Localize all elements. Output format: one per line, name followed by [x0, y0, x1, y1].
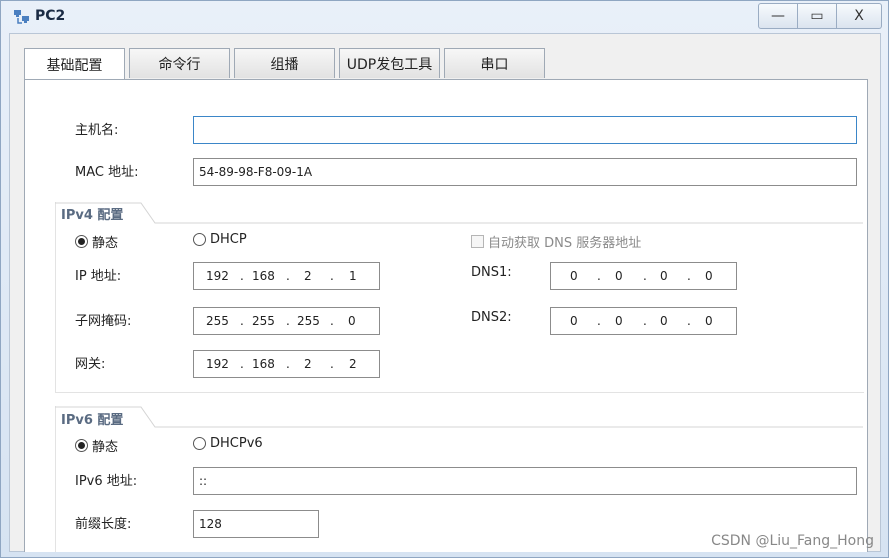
pc-icon [14, 10, 29, 24]
radio-unselected-icon [193, 233, 206, 246]
dns1-label: DNS1: [471, 265, 512, 280]
ipv4-static-label: 静态 [92, 236, 119, 251]
watermark: CSDN @Liu_Fang_Hong [711, 533, 874, 549]
ipv4-group [55, 202, 864, 393]
minimize-button[interactable]: — [758, 3, 798, 29]
dns2-input[interactable]: 0 . 0 . 0 . 0 [550, 307, 737, 335]
title-bar[interactable]: PC2 — ▭ X [1, 1, 888, 33]
ipv6-dhcp-label: DHCPv6 [210, 436, 263, 451]
ipv4-group-header-line [55, 202, 863, 224]
subnet-mask-label: 子网掩码: [75, 314, 132, 329]
ipv6-address-input[interactable] [193, 467, 857, 495]
client-area: 基础配置 命令行 组播 UDP发包工具 串口 主机名: MAC 地址: IPv4… [9, 33, 881, 552]
tab-strip: 基础配置 命令行 组播 UDP发包工具 串口 [24, 48, 549, 80]
window-title: PC2 [35, 8, 66, 24]
prefix-length-label: 前缀长度: [75, 517, 132, 532]
ip-address-label: IP 地址: [75, 269, 122, 284]
ipv4-static-radio[interactable]: 静态 [75, 232, 118, 251]
radio-selected-icon [75, 439, 88, 452]
tab-multicast[interactable]: 组播 [234, 48, 335, 78]
tab-command-line[interactable]: 命令行 [129, 48, 230, 78]
basic-config-panel: 主机名: MAC 地址: IPv4 配置 静态 DHCP 自动获取 DNS 服务… [24, 79, 868, 552]
dns1-input[interactable]: 0 . 0 . 0 . 0 [550, 262, 737, 290]
ipv6-static-radio[interactable]: 静态 [75, 436, 118, 455]
prefix-length-input[interactable] [193, 510, 319, 538]
app-window: PC2 — ▭ X 基础配置 命令行 组播 UDP发包工具 串口 主机名: MA… [0, 0, 889, 558]
ipv4-section-title: IPv4 配置 [61, 208, 124, 223]
ipv6-section-title: IPv6 配置 [61, 413, 124, 428]
ipv6-dhcp-radio[interactable]: DHCPv6 [193, 436, 263, 451]
close-button[interactable]: X [837, 3, 882, 29]
tab-basic-config[interactable]: 基础配置 [24, 48, 125, 80]
subnet-mask-input[interactable]: 255 . 255 . 255 . 0 [193, 307, 380, 335]
dns2-label: DNS2: [471, 310, 512, 325]
ipv4-dhcp-radio[interactable]: DHCP [193, 232, 247, 247]
auto-dns-label: 自动获取 DNS 服务器地址 [488, 236, 642, 251]
tab-udp-tool[interactable]: UDP发包工具 [339, 48, 440, 78]
ipv6-address-label: IPv6 地址: [75, 474, 138, 489]
ip-address-input[interactable]: 192 . 168 . 2 . 1 [193, 262, 380, 290]
mac-input[interactable] [193, 158, 857, 186]
ipv6-static-label: 静态 [92, 440, 119, 455]
gateway-input[interactable]: 192 . 168 . 2 . 2 [193, 350, 380, 378]
tab-serial[interactable]: 串口 [444, 48, 545, 78]
checkbox-icon [471, 235, 484, 248]
hostname-label: 主机名: [75, 123, 119, 138]
ipv4-dhcp-label: DHCP [210, 232, 247, 247]
hostname-input[interactable] [193, 116, 857, 144]
maximize-button[interactable]: ▭ [798, 3, 837, 29]
auto-dns-checkbox[interactable]: 自动获取 DNS 服务器地址 [471, 232, 641, 251]
radio-unselected-icon [193, 437, 206, 450]
gateway-label: 网关: [75, 357, 106, 372]
ipv6-group-header-line [55, 406, 863, 428]
radio-selected-icon [75, 235, 88, 248]
mac-label: MAC 地址: [75, 165, 139, 180]
